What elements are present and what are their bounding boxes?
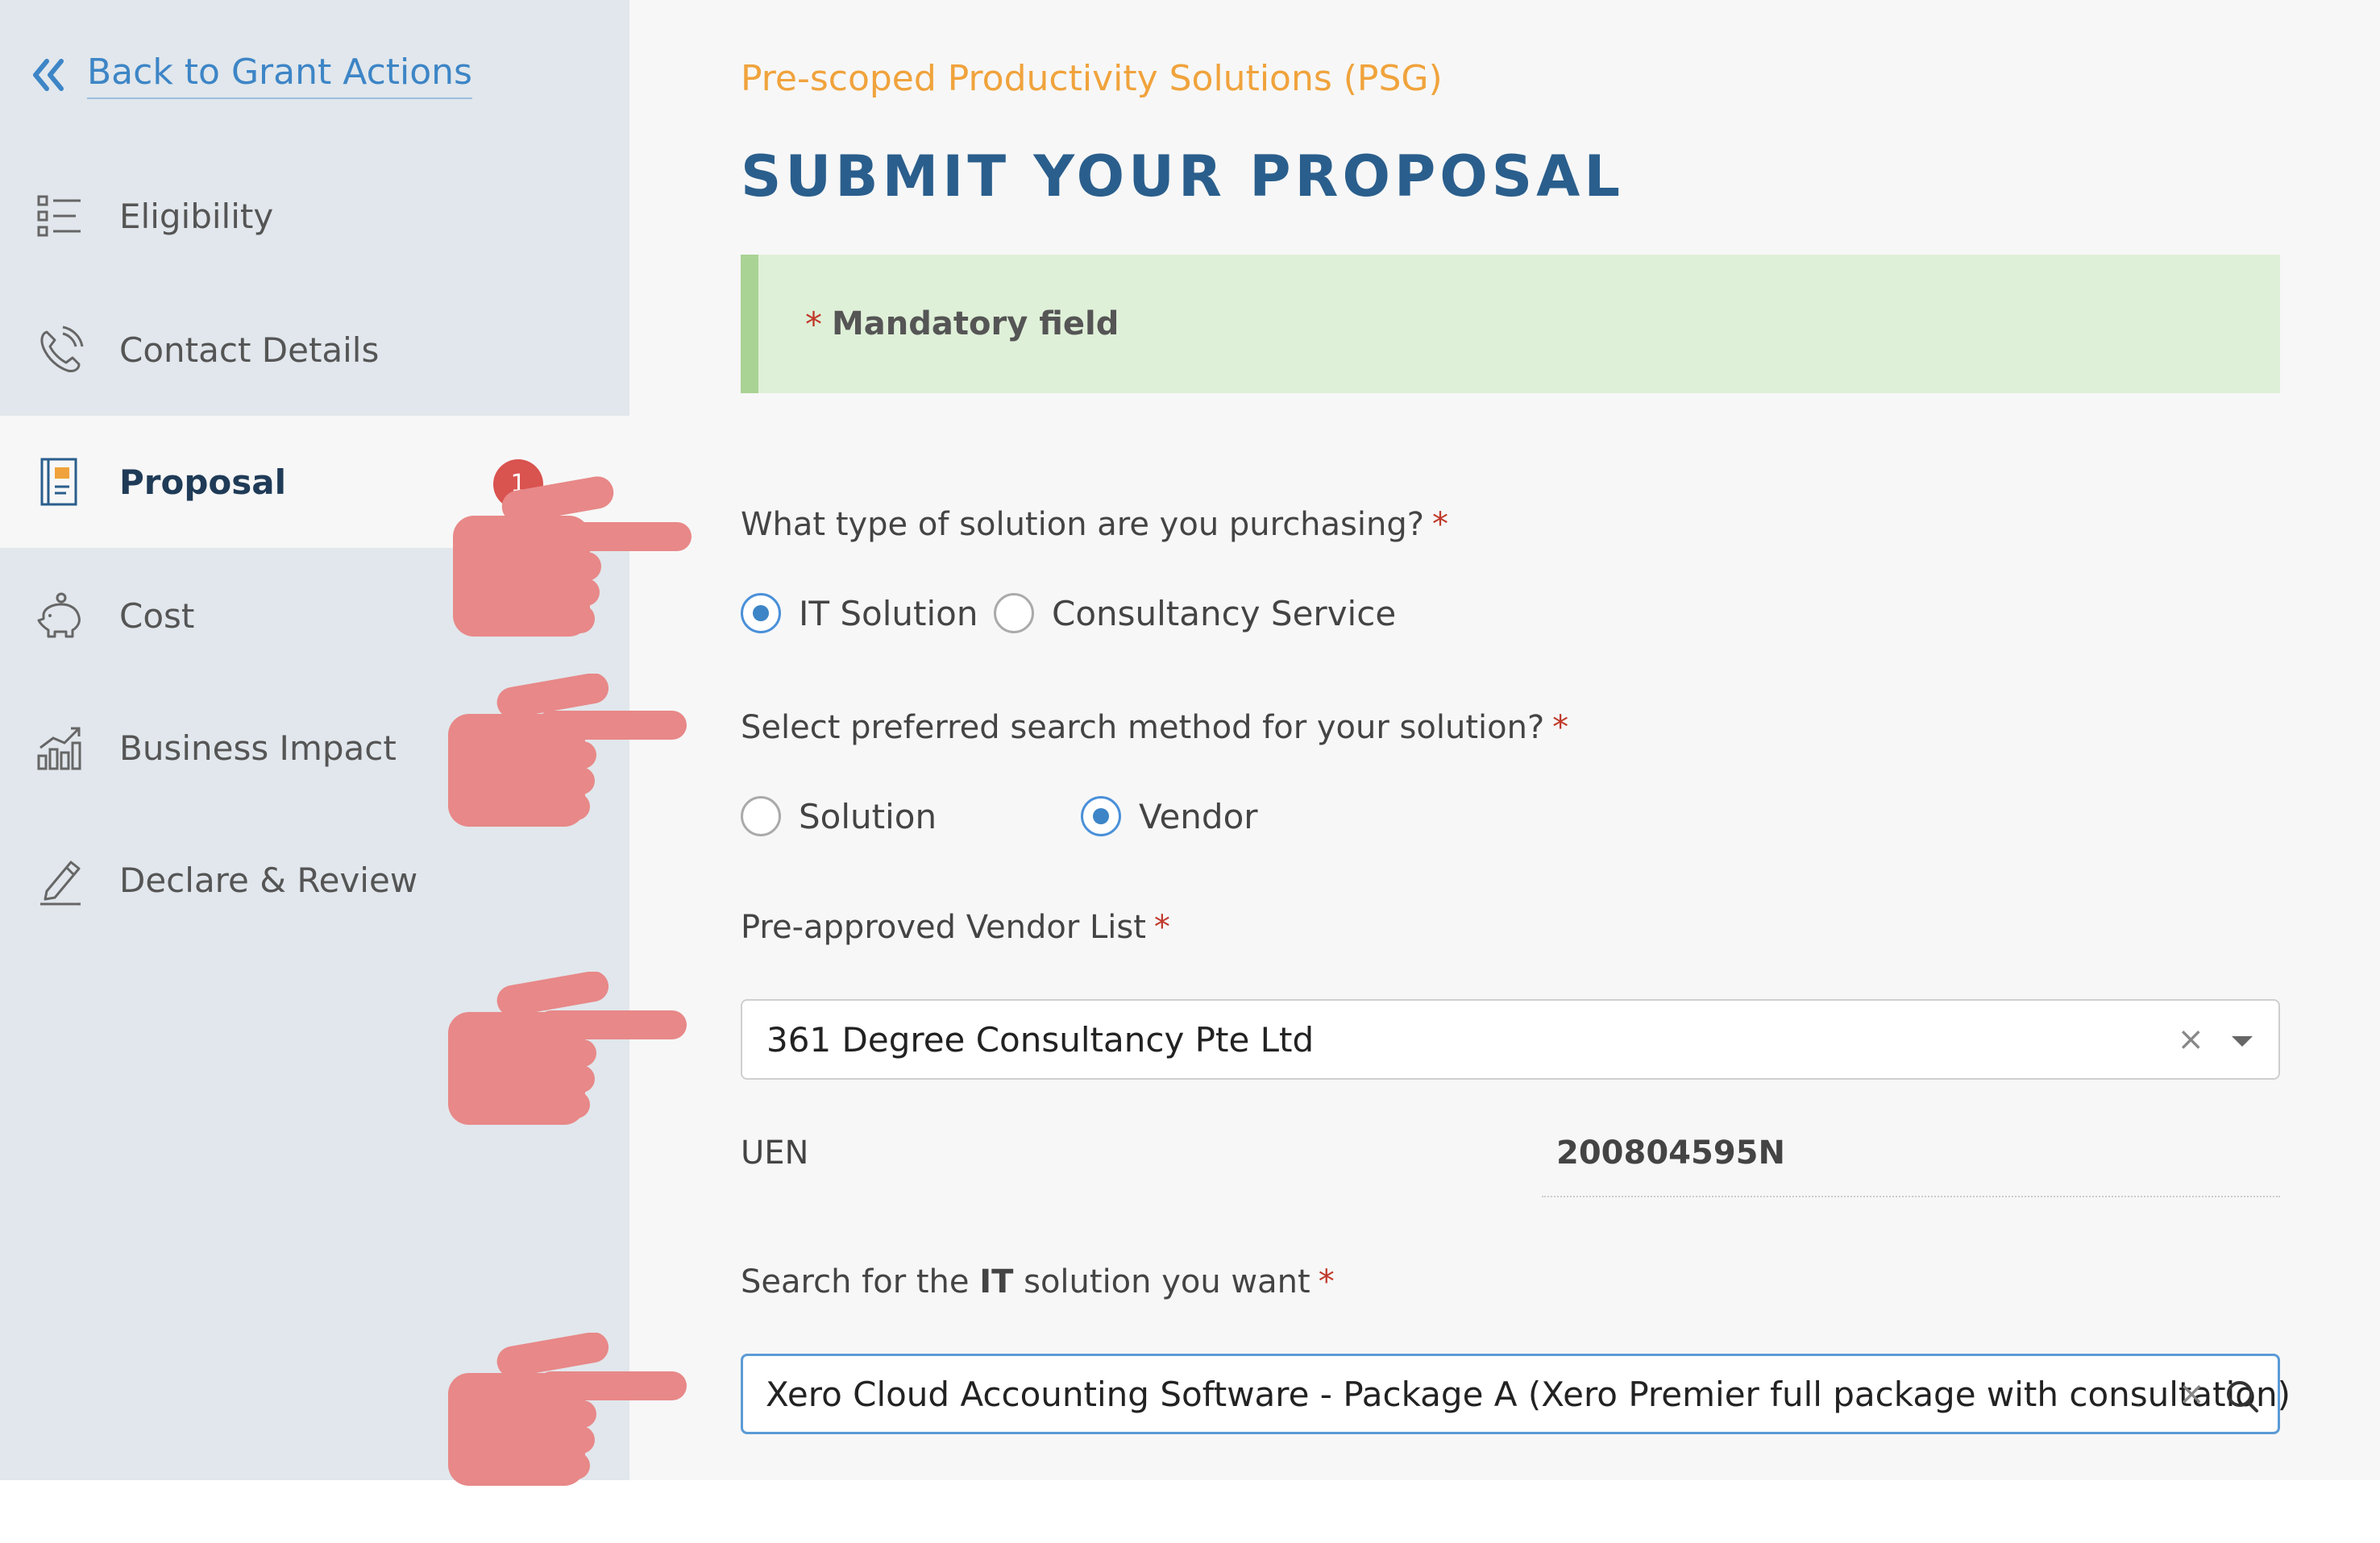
back-to-grant-actions-link[interactable]: Back to Grant Actions bbox=[29, 47, 472, 103]
mandatory-notice-text: Mandatory field bbox=[832, 305, 1119, 342]
sidebar-item-label: Eligibility bbox=[119, 196, 274, 236]
bar-chart-icon bbox=[37, 727, 81, 770]
uen-label: UEN bbox=[741, 1134, 809, 1172]
radio-checked[interactable] bbox=[741, 593, 781, 633]
label-bold: IT bbox=[979, 1263, 1014, 1300]
search-method-question: Select preferred search method for your … bbox=[741, 709, 1568, 746]
radio-vendor[interactable]: Vendor bbox=[1081, 796, 1258, 836]
uen-divider bbox=[1542, 1196, 2280, 1197]
sidebar-item-contact-details[interactable]: Contact Details bbox=[0, 284, 629, 416]
field-label-text: Pre-approved Vendor List bbox=[741, 909, 1146, 946]
required-star: * bbox=[1318, 1263, 1335, 1300]
sidebar-item-label: Proposal bbox=[119, 462, 287, 502]
radio-solution[interactable]: Solution bbox=[741, 796, 937, 836]
phone-icon bbox=[40, 326, 84, 372]
radio-it-solution[interactable]: IT Solution bbox=[741, 593, 978, 633]
double-chevron-left-icon bbox=[33, 59, 64, 91]
pointing-hand-icon bbox=[448, 674, 687, 827]
vendor-list-label: Pre-approved Vendor List * bbox=[741, 909, 1170, 946]
pen-icon bbox=[40, 861, 81, 906]
required-star: * bbox=[805, 304, 822, 344]
radio-label: Vendor bbox=[1139, 796, 1258, 836]
back-link-label: Back to Grant Actions bbox=[87, 52, 472, 99]
mandatory-notice: * Mandatory field bbox=[741, 255, 2280, 393]
checklist-icon bbox=[37, 195, 81, 237]
screen: Back to Grant Actions Eligibility Contac… bbox=[0, 0, 2380, 1480]
sidebar-item-label: Business Impact bbox=[119, 728, 397, 768]
sidebar-item-label: Contact Details bbox=[119, 330, 380, 370]
required-star: * bbox=[1431, 506, 1448, 543]
vendor-select-value: 361 Degree Consultancy Pte Ltd bbox=[766, 1019, 1315, 1060]
radio-consultancy-service[interactable]: Consultancy Service bbox=[994, 593, 1396, 633]
search-input-value: Xero Cloud Accounting Software - Package… bbox=[766, 1374, 2291, 1414]
question-text: Select preferred search method for your … bbox=[741, 709, 1545, 746]
radio-label: Solution bbox=[799, 796, 937, 836]
vendor-select[interactable]: 361 Degree Consultancy Pte Ltd × bbox=[741, 999, 2280, 1080]
it-solution-search-label: Search for the IT solution you want * bbox=[741, 1263, 1335, 1300]
label-prefix: Search for the bbox=[741, 1263, 980, 1300]
solution-type-question: What type of solution are you purchasing… bbox=[741, 506, 1448, 543]
search-icon[interactable] bbox=[2224, 1379, 2260, 1414]
pointing-hand-icon bbox=[448, 972, 687, 1125]
pointing-hand-icon bbox=[448, 1333, 687, 1486]
question-text: What type of solution are you purchasing… bbox=[741, 506, 1424, 543]
radio-unchecked[interactable] bbox=[741, 796, 781, 836]
required-star: * bbox=[1552, 709, 1569, 746]
sidebar-item-eligibility[interactable]: Eligibility bbox=[0, 150, 629, 282]
pointing-hand-icon bbox=[453, 476, 692, 637]
bottom-whitespace bbox=[0, 1480, 2380, 1543]
page-title: SUBMIT YOUR PROPOSAL bbox=[741, 143, 1624, 209]
sidebar-item-label: Cost bbox=[119, 595, 195, 636]
notebook-icon bbox=[40, 458, 77, 506]
radio-unchecked[interactable] bbox=[994, 593, 1034, 633]
main-content: Pre-scoped Productivity Solutions (PSG) … bbox=[629, 0, 2380, 1480]
uen-value: 200804595N bbox=[1556, 1134, 1785, 1172]
radio-label: Consultancy Service bbox=[1052, 593, 1397, 633]
radio-label: IT Solution bbox=[799, 593, 978, 633]
clear-icon[interactable]: × bbox=[2177, 1021, 2204, 1058]
it-solution-search-input[interactable]: Xero Cloud Accounting Software - Package… bbox=[741, 1354, 2291, 1434]
label-suffix: solution you want bbox=[1013, 1263, 1310, 1300]
sidebar-item-label: Declare & Review bbox=[119, 860, 418, 900]
radio-checked[interactable] bbox=[1081, 796, 1121, 836]
piggy-bank-icon bbox=[37, 592, 81, 638]
clear-icon[interactable]: × bbox=[2178, 1375, 2205, 1412]
chevron-down-icon[interactable] bbox=[2232, 1036, 2253, 1047]
scheme-subtitle: Pre-scoped Productivity Solutions (PSG) bbox=[741, 58, 1443, 99]
required-star: * bbox=[1153, 909, 1170, 946]
